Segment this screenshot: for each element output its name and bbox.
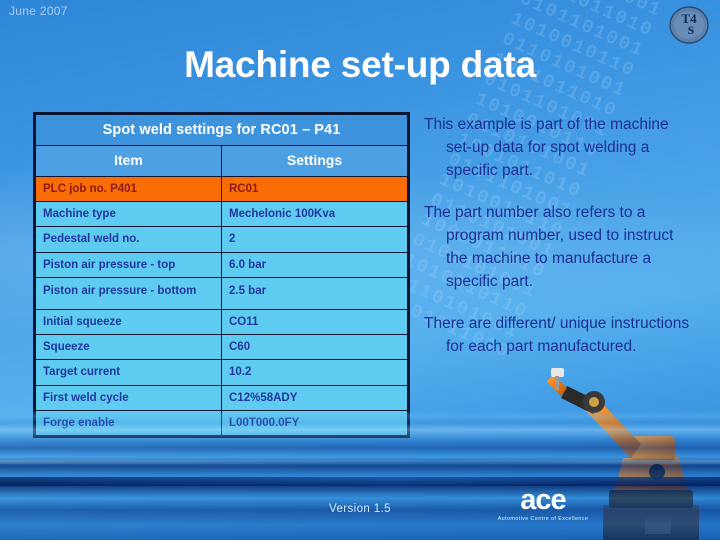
row-item-label: Target current [35, 359, 222, 386]
row-setting-value: 2.5 bar [221, 277, 408, 310]
background-streak [0, 460, 720, 464]
row-item-label: Squeeze [35, 333, 222, 361]
row-setting-value: 2 [221, 226, 408, 253]
table-row: Forge enable L00T000.0FY [35, 409, 408, 437]
t4s-logo-icon: T4 S [668, 4, 710, 46]
background-streak [0, 477, 720, 486]
row-setting-value: RC01 [221, 175, 408, 203]
row-item-label: Machine type [35, 200, 222, 228]
row-setting-value: C60 [221, 333, 408, 361]
table-row: Piston air pressure - bottom 2.5 bar [35, 277, 408, 310]
table-caption-row: Spot weld settings for RC01 – P41 [35, 113, 408, 147]
ace-logo-subtitle: Automotive Centre of Excellence [497, 516, 589, 522]
row-setting-value: 6.0 bar [221, 251, 408, 279]
spot-weld-settings-table: Spot weld settings for RC01 – P41 Item S… [33, 112, 410, 439]
row-setting-value: CO11 [221, 308, 408, 335]
row-item-label: Initial squeeze [35, 308, 222, 335]
table-row: Machine type Mechelonic 100Kva [35, 200, 408, 228]
note-paragraph: This example is part of the machine set-… [424, 116, 669, 179]
note-paragraph: There are different/ unique instructions… [424, 315, 690, 355]
table-caption: Spot weld settings for RC01 – P41 [35, 113, 408, 147]
table-row: Pedestal weld no. 2 [35, 226, 408, 253]
row-setting-value: 10.2 [221, 359, 408, 386]
table-row: PLC job no. P401 RC01 [35, 175, 408, 203]
row-item-label: Piston air pressure - top [35, 251, 222, 279]
notes-column: This example is part of the machine set-… [424, 113, 696, 377]
row-setting-value: C12%58ADY [221, 384, 408, 412]
row-item-label: PLC job no. P401 [35, 175, 222, 203]
version-label: Version 1.5 [329, 503, 391, 515]
table-body: Spot weld settings for RC01 – P41 Item S… [35, 113, 408, 437]
slide-canvas: 0101101001 1010010110 0110101001 1001011… [0, 0, 720, 540]
table-header-row: Item Settings [35, 145, 408, 177]
table-row: Squeeze C60 [35, 333, 408, 361]
slide-date: June 2007 [9, 4, 68, 18]
row-item-label: Pedestal weld no. [35, 226, 222, 253]
table-row: Target current 10.2 [35, 359, 408, 386]
row-setting-value: Mechelonic 100Kva [221, 200, 408, 228]
row-item-label: Piston air pressure - bottom [35, 277, 222, 310]
table-row: Initial squeeze CO11 [35, 308, 408, 335]
note-paragraph: The part number also refers to a program… [424, 204, 674, 290]
column-header-item: Item [35, 145, 222, 177]
row-item-label: First weld cycle [35, 384, 222, 412]
page-title: Machine set-up data [184, 44, 536, 85]
table-row: Piston air pressure - top 6.0 bar [35, 251, 408, 279]
column-header-settings: Settings [221, 145, 408, 177]
svg-text:S: S [688, 23, 695, 37]
row-setting-value: L00T000.0FY [221, 409, 408, 437]
table-row: First weld cycle C12%58ADY [35, 384, 408, 412]
row-item-label: Forge enable [35, 409, 222, 437]
